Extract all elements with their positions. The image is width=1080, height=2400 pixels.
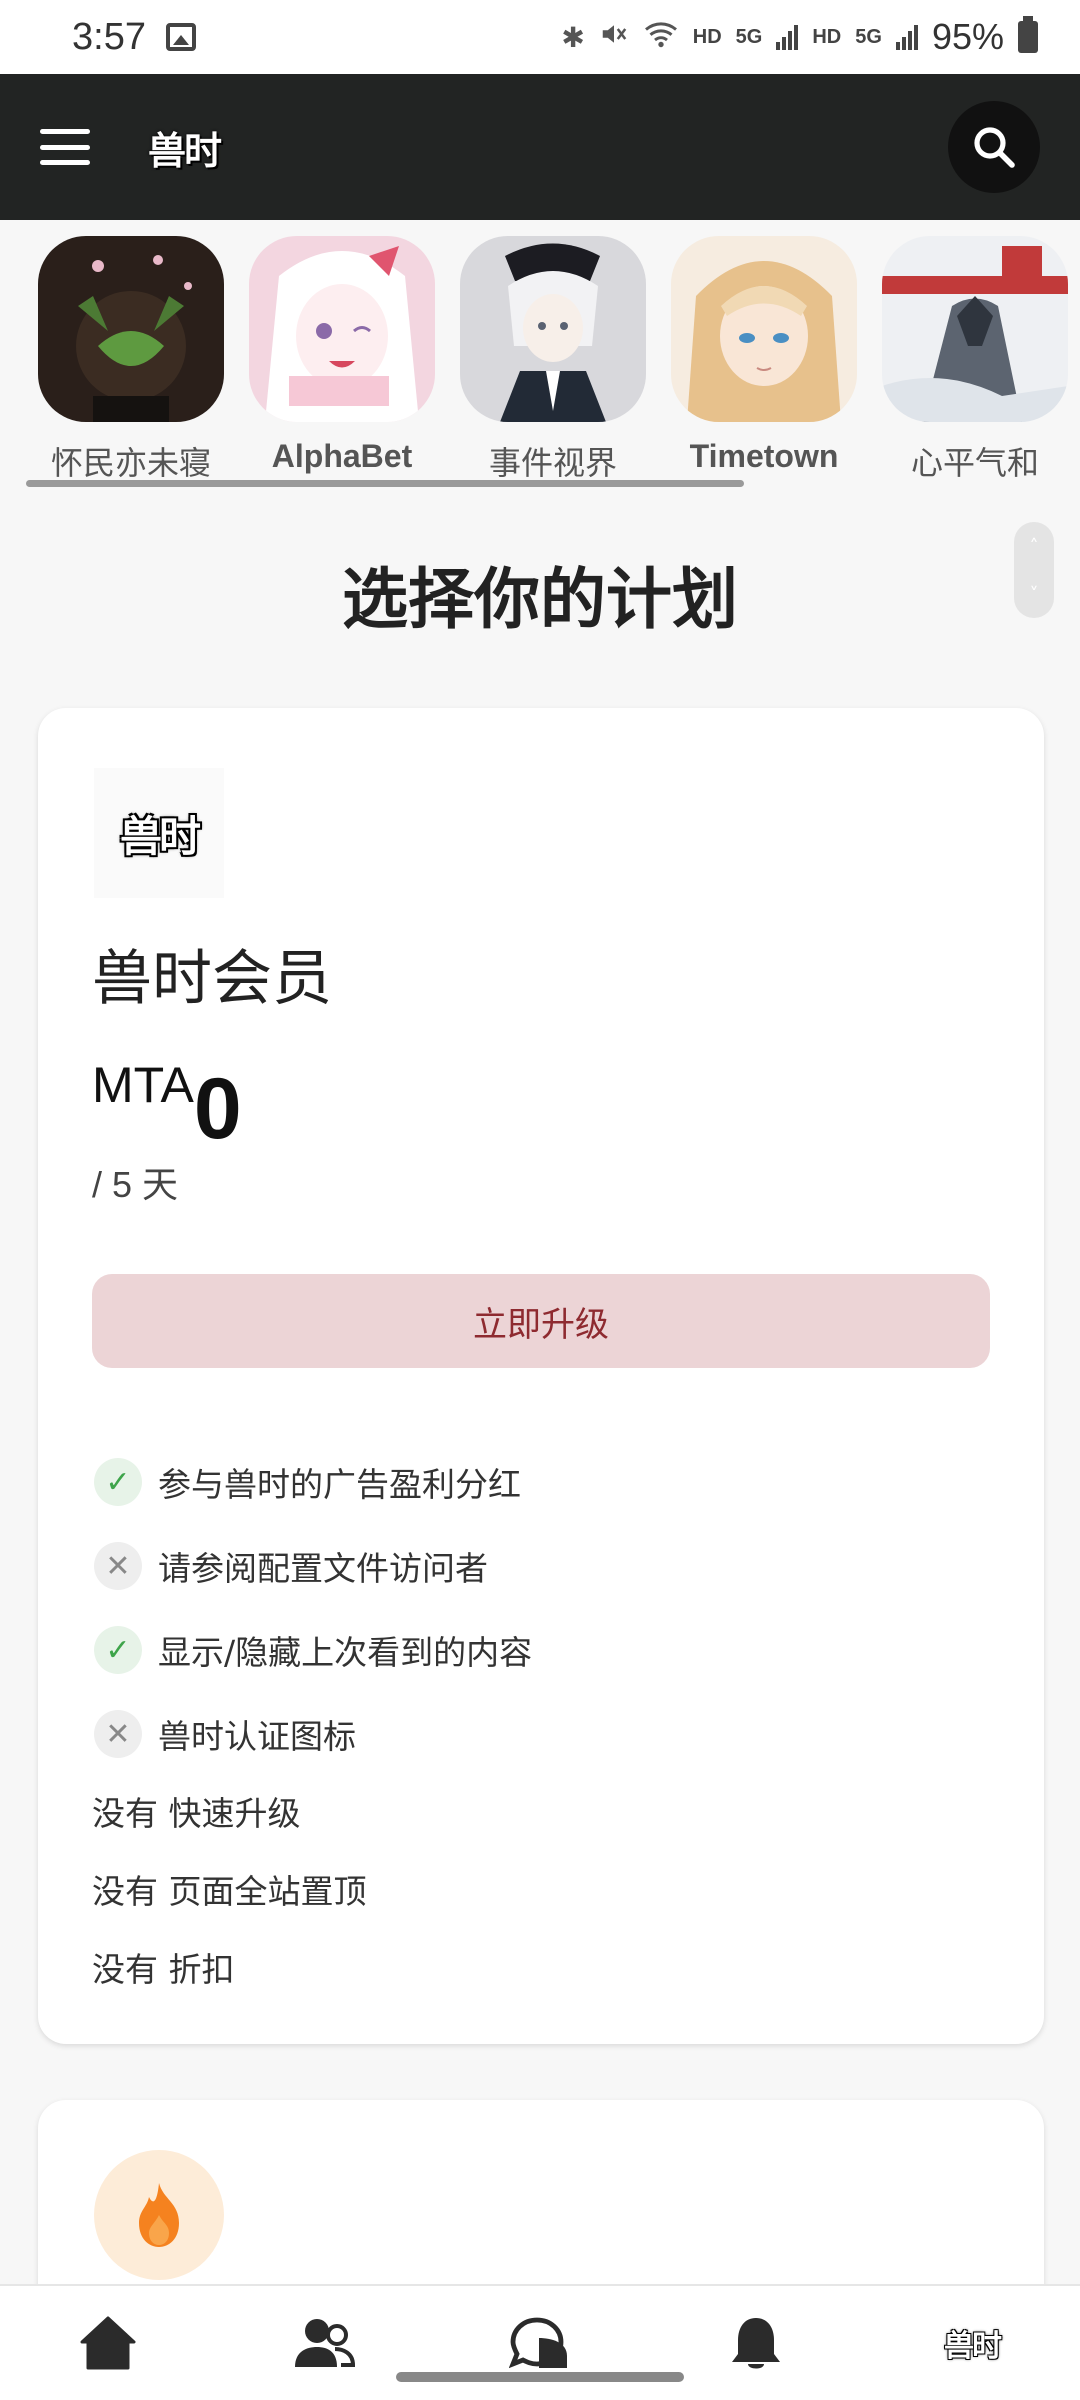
story-item[interactable]: 心平气和 [882,236,1068,484]
feature-text: 参与兽时的广告盈利分红 [158,1465,521,1504]
hd-label-2: HD [812,25,842,48]
hamburger-icon[interactable] [40,129,90,165]
feature-text: 兽时认证图标 [158,1717,356,1756]
network-type-label-2: 5G [855,25,882,48]
nav-notifications[interactable] [696,2293,816,2393]
wifi-icon [643,19,679,56]
status-bar: 3:57 ✱ HD 5G HD 5G 95% [0,0,1080,74]
stories-scrollbar[interactable] [26,480,744,487]
check-icon: ✓ [94,1458,142,1506]
feature-item: ✕ 兽时认证图标 [94,1692,994,1776]
fire-icon [94,2150,224,2280]
feature-text: 显示/隐藏上次看到的内容 [158,1633,533,1672]
gesture-bar[interactable] [396,2372,684,2382]
signal-icon [776,24,799,50]
messages-icon [509,2317,567,2369]
search-icon [974,127,1015,168]
story-avatar[interactable] [460,236,646,422]
story-avatar[interactable] [249,236,435,422]
limitation-item: 没有 页面全站置顶 [92,1872,367,1911]
story-item[interactable]: AlphaBet [249,236,435,475]
feature-item: ✓ 显示/隐藏上次看到的内容 [94,1608,994,1692]
price-amount: 0 [193,1061,242,1157]
app-logo[interactable]: 兽时 [148,120,222,175]
scroll-control[interactable]: ˄ ˅ [1014,522,1054,618]
story-name: 事件视界 [488,445,617,481]
image-notification-icon [165,23,196,51]
nav-brand[interactable]: 兽时 [912,2293,1032,2393]
network-type-label: 5G [735,25,763,48]
signal-icon-2 [895,24,918,50]
feature-item: ✓ 参与兽时的广告盈利分红 [94,1440,994,1524]
notifications-icon [732,2318,780,2369]
plan-price: MTA 0 [92,1048,242,1152]
search-button[interactable] [948,101,1040,193]
nav-home[interactable] [48,2293,168,2393]
brand-logo: 兽时 [944,2329,1002,2364]
story-avatar[interactable] [38,236,224,422]
price-period: / 5 天 [92,1164,179,1205]
status-time: 3:57 [72,15,146,58]
chevron-down-icon[interactable]: ˅ [1030,584,1039,605]
feature-text: 请参阅配置文件访问者 [158,1549,488,1588]
story-avatar[interactable] [671,236,857,422]
bottom-nav: 兽时 [0,2284,1080,2400]
story-item[interactable]: 怀民亦未寝 [38,236,224,484]
stories-row[interactable]: 怀民亦未寝 AlphaBet 事件视界 Timetown 心平气和 [0,222,1080,492]
mute-icon [599,19,629,56]
plan-logo: 兽时 [94,768,224,898]
hd-label: HD [692,25,722,48]
plan-limitations: 没有 快速升级 没有 页面全站置顶 没有 折扣 [92,1772,992,2006]
limitation-item: 没有 折扣 [92,1950,235,1989]
upgrade-button[interactable]: 立即升级 [92,1274,990,1368]
page-title: 选择你的计划 [342,561,738,638]
plan-name: 兽时会员 [92,944,332,1014]
cross-icon: ✕ [94,1542,142,1590]
battery-icon [1018,16,1038,53]
price-currency: MTA [92,1057,194,1113]
nav-friends[interactable] [264,2293,384,2393]
story-avatar[interactable] [882,236,1068,422]
bluetooth-icon: ✱ [561,21,585,53]
limitation-item: 没有 快速升级 [92,1794,301,1833]
friends-icon [295,2319,355,2367]
story-item[interactable]: 事件视界 [460,236,646,484]
cross-icon: ✕ [94,1710,142,1758]
check-icon: ✓ [94,1626,142,1674]
plan-card: 兽时 兽时会员 MTA 0 / 5 天 立即升级 ✓ 参与兽时的广告盈利分红 ✕… [38,708,1044,2044]
battery-percent: 95% [931,16,1004,57]
story-item[interactable]: Timetown [671,236,857,475]
story-name: 怀民亦未寝 [50,445,211,481]
story-name: Timetown [689,438,839,474]
chevron-up-icon[interactable]: ˄ [1030,536,1039,557]
app-header: 兽时 [0,74,1080,220]
story-name: AlphaBet [271,438,413,474]
home-icon [80,2316,136,2370]
feature-list: ✓ 参与兽时的广告盈利分红 ✕ 请参阅配置文件访问者 ✓ 显示/隐藏上次看到的内… [94,1440,994,1776]
feature-item: ✕ 请参阅配置文件访问者 [94,1524,994,1608]
story-name: 心平气和 [910,445,1039,481]
